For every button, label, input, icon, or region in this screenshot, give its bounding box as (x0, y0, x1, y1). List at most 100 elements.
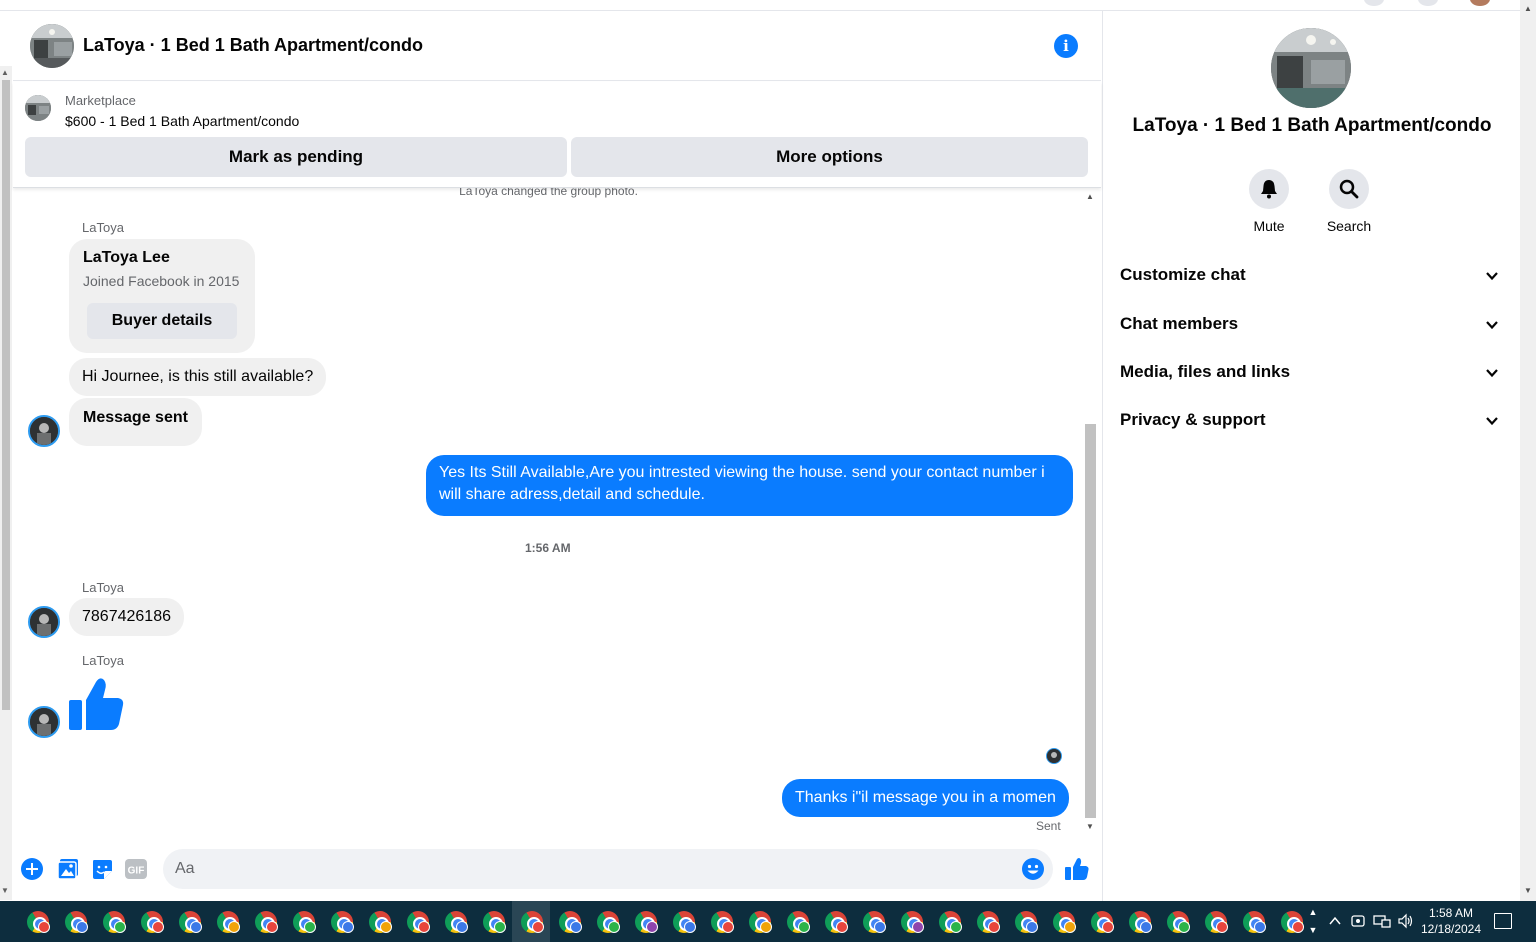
profile-avatar[interactable] (1470, 0, 1490, 6)
top-icon[interactable] (1364, 0, 1384, 6)
taskbar-chrome-button[interactable] (1082, 901, 1120, 942)
section-label: Chat members (1120, 314, 1239, 333)
chat-scrollbar[interactable]: ▲ ▼ (1084, 188, 1098, 836)
profile-badge (722, 921, 734, 933)
send-like-icon[interactable] (1065, 857, 1089, 881)
taskbar-chrome-button[interactable] (284, 901, 322, 942)
chat-title[interactable]: LaToya · 1 Bed 1 Bath Apartment/condo (83, 35, 423, 56)
message-list[interactable]: LaToya changed the group photo. LaToya L… (13, 188, 1084, 836)
message-bubble-incoming[interactable]: 7867426186 (69, 598, 184, 636)
scroll-up-arrow[interactable]: ▲ (1, 68, 9, 77)
taskbar-chrome-button[interactable] (778, 901, 816, 942)
bell-icon (1249, 169, 1289, 209)
buyer-joined: Joined Facebook in 2015 (83, 273, 240, 289)
taskbar-chrome-button[interactable] (474, 901, 512, 942)
taskbar-chrome-button[interactable] (170, 901, 208, 942)
buyer-details-button[interactable]: Buyer details (87, 303, 237, 339)
image-icon[interactable] (57, 858, 79, 880)
taskbar-chrome-button[interactable] (94, 901, 132, 942)
scroll-up-arrow[interactable]: ▲ (1524, 4, 1532, 13)
more-options-button[interactable]: More options (571, 137, 1088, 177)
taskbar-chrome-button[interactable] (930, 901, 968, 942)
taskbar-chrome-button[interactable] (968, 901, 1006, 942)
clock-date: 12/18/2024 (1420, 922, 1482, 936)
message-sent-bubble[interactable]: Message sent (69, 398, 202, 446)
top-icon[interactable] (1418, 0, 1438, 6)
taskbar-chrome-button[interactable] (854, 901, 892, 942)
taskbar-chrome-button[interactable] (550, 901, 588, 942)
like-icon[interactable] (68, 676, 124, 732)
taskbar-chrome-button[interactable] (1196, 901, 1234, 942)
taskbar-chrome-button[interactable] (702, 901, 740, 942)
taskbar-chrome-button[interactable] (436, 901, 474, 942)
taskbar-chrome-button[interactable] (626, 901, 664, 942)
sender-name: LaToya (82, 220, 124, 235)
mute-button[interactable]: Mute (1229, 169, 1309, 234)
taskbar-chrome-button[interactable] (816, 901, 854, 942)
listing-title[interactable]: $600 - 1 Bed 1 Bath Apartment/condo (65, 113, 299, 129)
show-hidden-icons[interactable] (1328, 911, 1342, 934)
sticker-icon[interactable] (91, 858, 113, 880)
taskbar-chrome-button[interactable] (208, 901, 246, 942)
volume-icon[interactable] (1397, 911, 1415, 934)
taskbar-chrome-button[interactable] (664, 901, 702, 942)
message-bubble-incoming[interactable]: Hi Journee, is this still available? (69, 358, 327, 396)
profile-badge (608, 921, 620, 933)
scroll-down-arrow[interactable]: ▼ (1524, 886, 1532, 895)
sender-avatar[interactable] (28, 606, 60, 638)
taskbar-chrome-button[interactable] (132, 901, 170, 942)
taskbar-chrome-button[interactable] (892, 901, 930, 942)
listing-thumbnail[interactable] (25, 95, 51, 121)
taskbar-chrome-button[interactable] (56, 901, 94, 942)
add-icon[interactable] (21, 858, 43, 880)
taskbar-clock[interactable]: 1:58 AM 12/18/2024 (1418, 905, 1484, 937)
mark-as-pending-button[interactable]: Mark as pending (25, 137, 567, 177)
section-privacy-support[interactable]: Privacy & support (1109, 402, 1507, 438)
sent-status: Sent (1036, 819, 1061, 833)
section-media-files-links[interactable]: Media, files and links (1109, 354, 1507, 390)
scrollbar-thumb[interactable] (2, 80, 10, 710)
sender-avatar[interactable] (28, 706, 60, 738)
taskbar-chrome-button[interactable] (246, 901, 284, 942)
taskbar-chrome-button[interactable] (398, 901, 436, 942)
system-note: LaToya changed the group photo. (459, 188, 638, 198)
section-chat-members[interactable]: Chat members (1109, 306, 1507, 342)
window-scrollbar-right[interactable]: ▲ ▼ (1520, 0, 1536, 901)
message-bubble-outgoing[interactable]: Thanks i"il message you in a momen (782, 779, 1069, 817)
scroll-up-arrow[interactable]: ▲ (1086, 192, 1094, 201)
taskbar-chrome-button[interactable] (360, 901, 398, 942)
profile-badge (1026, 921, 1038, 933)
scrollbar-thumb[interactable] (1085, 424, 1096, 818)
taskbar-chrome-button[interactable] (1234, 901, 1272, 942)
scroll-down-arrow[interactable]: ▼ (1, 886, 9, 895)
network-icon[interactable] (1373, 911, 1391, 934)
search-button[interactable]: Search (1309, 169, 1389, 234)
taskbar-chrome-button[interactable] (512, 901, 550, 942)
taskbar-chrome-button[interactable] (1158, 901, 1196, 942)
taskbar-chrome-button[interactable] (322, 901, 360, 942)
taskbar-chrome-button[interactable] (1272, 901, 1310, 942)
message-bubble-outgoing[interactable]: Yes Its Still Available,Are you intreste… (426, 455, 1073, 516)
profile-badge (874, 921, 886, 933)
taskbar-chrome-button[interactable] (740, 901, 778, 942)
sender-avatar[interactable] (28, 415, 60, 447)
taskbar-chrome-button[interactable] (588, 901, 626, 942)
meet-icon[interactable] (1350, 911, 1366, 934)
section-customize-chat[interactable]: Customize chat (1109, 257, 1507, 293)
profile-badge (1140, 921, 1152, 933)
taskbar-chrome-button[interactable] (18, 901, 56, 942)
emoji-icon[interactable] (1022, 858, 1044, 880)
window-scrollbar-left[interactable]: ▲ ▼ (0, 66, 12, 900)
chat-avatar[interactable] (30, 24, 74, 68)
taskbar-chrome-button[interactable] (1006, 901, 1044, 942)
scroll-down-arrow[interactable]: ▼ (1086, 822, 1094, 831)
profile-badge (114, 921, 126, 933)
gif-icon[interactable]: GIF (125, 858, 147, 880)
message-input[interactable] (163, 849, 1053, 889)
notification-icon[interactable] (1494, 913, 1512, 929)
taskbar-chrome-button[interactable] (1044, 901, 1082, 942)
group-avatar[interactable] (1271, 28, 1351, 108)
info-icon[interactable]: i (1054, 34, 1078, 58)
taskbar-scroll[interactable]: ▲ ▼ (1306, 903, 1320, 941)
taskbar-chrome-button[interactable] (1120, 901, 1158, 942)
